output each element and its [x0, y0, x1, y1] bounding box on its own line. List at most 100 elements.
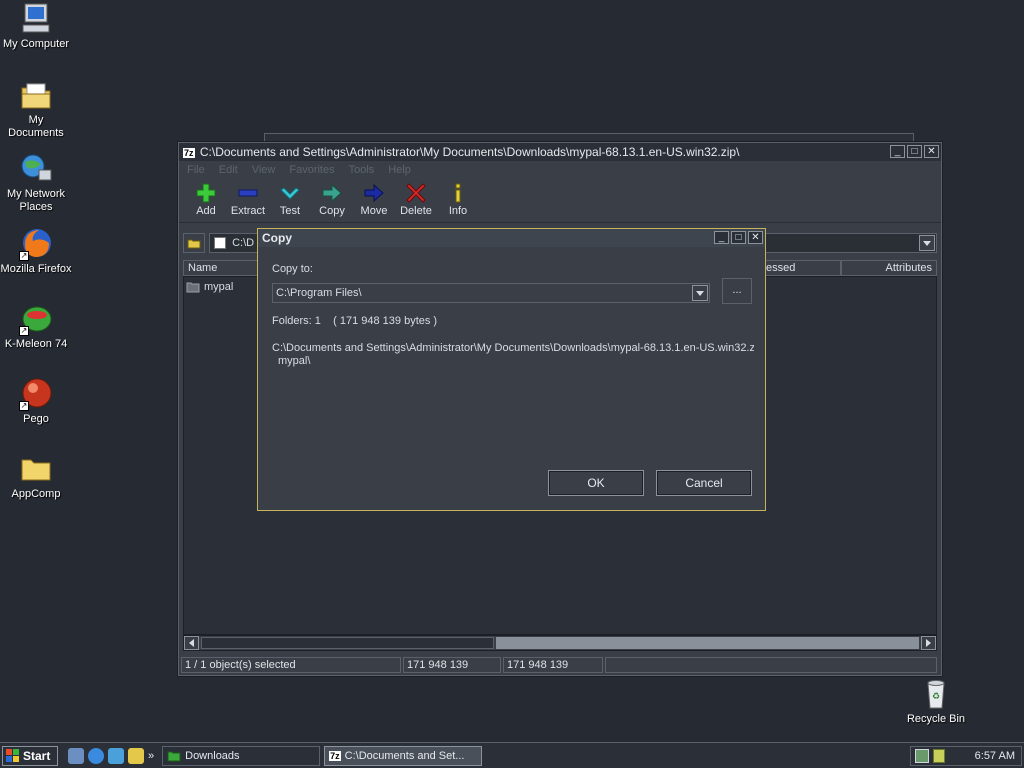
- firefox-icon: ↗: [19, 227, 53, 261]
- network-icon: [19, 152, 53, 186]
- close-button[interactable]: ✕: [748, 231, 763, 244]
- minimize-button[interactable]: _: [890, 145, 905, 158]
- folder-up-button[interactable]: [183, 233, 205, 253]
- folder-up-icon: [187, 239, 201, 249]
- desktop-icon-label: Recycle Bin: [906, 713, 966, 725]
- ok-button[interactable]: OK: [548, 470, 644, 496]
- maximize-button[interactable]: □: [731, 231, 746, 244]
- shortcut-arrow-icon: ↗: [19, 326, 29, 336]
- desktop-icon-my-documents[interactable]: My Documents: [0, 78, 72, 140]
- desktop-icon-firefox[interactable]: ↗ Mozilla Firefox: [0, 227, 72, 276]
- maximize-button[interactable]: □: [907, 145, 922, 158]
- quick-launch: »: [68, 747, 154, 764]
- copy-button[interactable]: Copy: [311, 179, 353, 222]
- browse-button[interactable]: ...: [722, 278, 752, 304]
- minimize-button[interactable]: _: [714, 231, 729, 244]
- windows-logo-icon: [6, 748, 19, 762]
- start-button[interactable]: Start: [2, 745, 58, 766]
- chevron-left-icon: [189, 639, 194, 647]
- info-button[interactable]: Info: [437, 179, 479, 222]
- delete-button[interactable]: Delete: [395, 179, 437, 222]
- move-label: Move: [360, 205, 388, 217]
- summary-text: Folders: 1 ( 171 948 139 bytes ): [272, 315, 438, 327]
- check-icon: [280, 187, 300, 200]
- app-7zip-icon: 7z: [329, 750, 341, 761]
- status-size: 171 948 139: [403, 657, 501, 673]
- scroll-left-button[interactable]: [184, 636, 199, 650]
- delete-label: Delete: [400, 205, 432, 217]
- menu-bar: File Edit View Favorites Tools Help: [179, 161, 941, 179]
- add-label: Add: [196, 205, 216, 217]
- internet-explorer-icon[interactable]: [88, 747, 104, 764]
- add-button[interactable]: Add: [185, 179, 227, 222]
- desktop-icon-my-computer[interactable]: My Computer: [0, 2, 72, 51]
- task-7zip[interactable]: 7z C:\Documents and Set...: [324, 745, 483, 766]
- menu-file[interactable]: File: [187, 161, 205, 179]
- column-compressed[interactable]: essed: [761, 260, 841, 276]
- shortcut-arrow-icon: ↗: [19, 401, 29, 411]
- task-downloads[interactable]: Downloads: [162, 745, 321, 766]
- app-7zip-icon: 7z: [183, 147, 195, 158]
- copy-to-dropdown-button[interactable]: [692, 285, 708, 301]
- desktop-icon-appcomp[interactable]: AppComp: [0, 452, 72, 501]
- menu-view[interactable]: View: [252, 161, 276, 179]
- scroll-track[interactable]: [496, 637, 919, 649]
- copy-dialog-titlebar[interactable]: Copy _ □ ✕: [258, 229, 765, 247]
- documents-folder-icon: [19, 78, 53, 112]
- desktop-icon-label: K-Meleon 74: [4, 338, 68, 350]
- media-player-icon[interactable]: [128, 747, 144, 764]
- show-desktop-icon[interactable]: [68, 747, 84, 764]
- status-empty: [605, 657, 937, 673]
- chevron-down-icon: [696, 290, 704, 296]
- window-title: C:\Documents and Settings\Administrator\…: [199, 145, 740, 159]
- desktop-icon-label: My Computer: [2, 38, 70, 50]
- shortcut-arrow-icon: ↗: [19, 251, 29, 261]
- desktop-icon-k-meleon[interactable]: ↗ K-Meleon 74: [0, 302, 72, 351]
- cancel-button[interactable]: Cancel: [656, 470, 752, 496]
- menu-favorites[interactable]: Favorites: [289, 161, 334, 179]
- horizontal-scrollbar[interactable]: [183, 635, 937, 651]
- task-label: Downloads: [185, 749, 240, 762]
- copy-to-combo[interactable]: C:\Program Files\: [272, 283, 710, 303]
- copy-dialog: Copy _ □ ✕ Copy to: C:\Program Files\ ..…: [257, 228, 766, 511]
- clock[interactable]: 6:57 AM: [975, 750, 1015, 762]
- pego-icon: ↗: [19, 377, 53, 411]
- quick-launch-overflow-icon[interactable]: »: [148, 750, 154, 762]
- desktop-icon-label: AppComp: [11, 488, 61, 500]
- column-name[interactable]: Name: [183, 260, 259, 276]
- desktop-icon-label: Pego: [23, 413, 49, 425]
- toolbar: Add Extract Test Copy Move Delete Info: [179, 179, 941, 223]
- scroll-thumb[interactable]: [201, 637, 494, 649]
- copy-label: Copy: [319, 205, 345, 217]
- archive-window-titlebar[interactable]: 7z C:\Documents and Settings\Administrat…: [179, 143, 941, 161]
- menu-help[interactable]: Help: [388, 161, 411, 179]
- desktop-icon-recycle-bin[interactable]: ♻ Recycle Bin: [900, 677, 972, 726]
- system-tray: 6:57 AM: [910, 746, 1022, 766]
- desktop-icon-pego[interactable]: ↗ Pego: [0, 377, 72, 426]
- address-dropdown-button[interactable]: [919, 235, 935, 251]
- column-attributes[interactable]: Attributes: [841, 260, 937, 276]
- info-label: Info: [448, 205, 468, 217]
- extract-button[interactable]: Extract: [227, 179, 269, 222]
- copy-to-value: C:\Program Files\: [276, 287, 362, 299]
- desktop-icon-label: Mozilla Firefox: [0, 263, 72, 275]
- close-button[interactable]: ✕: [924, 145, 939, 158]
- chevron-right-icon: [926, 639, 931, 647]
- x-icon: [406, 183, 426, 203]
- scroll-right-button[interactable]: [921, 636, 936, 650]
- move-arrow-icon: [364, 183, 384, 203]
- desktop-icon-network-places[interactable]: My Network Places: [0, 152, 72, 214]
- volume-tray-icon[interactable]: [933, 749, 945, 763]
- test-button[interactable]: Test: [269, 179, 311, 222]
- start-label: Start: [23, 748, 51, 763]
- menu-tools[interactable]: Tools: [349, 161, 375, 179]
- move-button[interactable]: Move: [353, 179, 395, 222]
- info-icon: [455, 183, 461, 203]
- outlook-express-icon[interactable]: [108, 747, 124, 764]
- address-text: C:\D: [232, 237, 255, 249]
- zip-file-icon: [214, 237, 226, 250]
- network-tray-icon[interactable]: [915, 749, 929, 763]
- menu-edit[interactable]: Edit: [219, 161, 238, 179]
- computer-icon: [19, 2, 53, 36]
- list-item[interactable]: mypal: [186, 281, 233, 293]
